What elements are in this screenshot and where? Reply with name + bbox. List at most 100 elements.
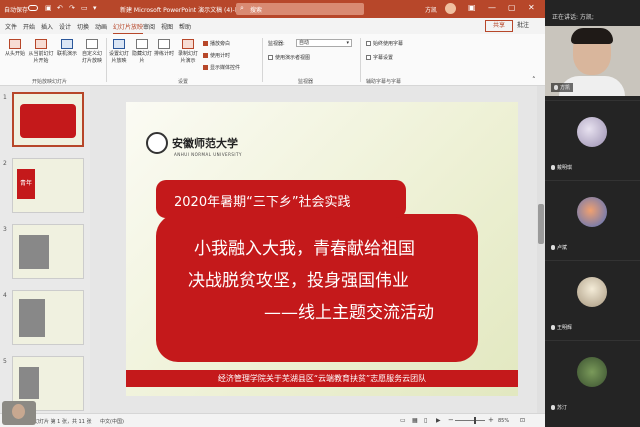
tab-help[interactable]: 帮助 xyxy=(179,22,191,31)
participant-tile[interactable]: 方凯 xyxy=(545,26,640,96)
reading-view-icon[interactable]: ▯ xyxy=(424,417,427,424)
participant-name: 王明辉 xyxy=(551,324,572,331)
thumbnail-slide-2[interactable]: 青年 xyxy=(12,158,84,213)
collapse-ribbon-icon[interactable]: ˄ xyxy=(532,76,536,84)
record-slideshow-button[interactable]: 录制幻灯片演示 xyxy=(176,39,200,64)
present-online-button[interactable]: 联机演示 xyxy=(56,39,78,57)
slide-editing-area: 安徽师范大学 ANHUI NORMAL UNIVERSITY 2020年暑期“三… xyxy=(90,86,540,413)
normal-view-icon[interactable]: ▭ xyxy=(400,417,406,424)
present-icon[interactable]: ▭ xyxy=(81,4,88,12)
vertical-scrollbar[interactable] xyxy=(537,86,545,413)
search-box[interactable]: ⌕ 搜索 xyxy=(236,3,364,15)
participant-video xyxy=(571,28,613,44)
zoom-slider-handle[interactable] xyxy=(474,417,476,424)
ribbon-divider xyxy=(360,38,361,82)
thumbnail-slide-1[interactable] xyxy=(12,92,84,147)
participant-name-text: 戴明琪 xyxy=(557,165,573,171)
university-name: 安徽师范大学 xyxy=(172,137,238,150)
tab-transitions[interactable]: 切换 xyxy=(77,22,89,31)
fit-to-window-icon[interactable]: ⊡ xyxy=(520,417,525,424)
participant-avatar xyxy=(577,197,607,227)
tab-animations[interactable]: 动画 xyxy=(95,22,107,31)
tab-design[interactable]: 设计 xyxy=(59,22,71,31)
customize-qa-icon[interactable]: ▾ xyxy=(93,4,97,12)
group-label-monitors: 监视器 xyxy=(298,79,314,85)
custom-slideshow-button[interactable]: 自定义幻灯片放映 xyxy=(80,39,104,64)
checkbox-label: 使用演示者视图 xyxy=(275,55,311,61)
zoom-slider[interactable] xyxy=(455,420,485,421)
ribbon-display-icon[interactable]: ▣ xyxy=(468,3,476,12)
tab-view[interactable]: 视图 xyxy=(161,22,173,31)
university-seal-icon xyxy=(146,132,168,154)
tab-review[interactable]: 审阅 xyxy=(143,22,155,31)
zoom-level[interactable]: 85% xyxy=(498,418,509,424)
hide-slide-button[interactable]: 隐藏幻灯片 xyxy=(132,39,152,64)
monitor-dropdown[interactable]: 自动 ▾ xyxy=(296,39,352,47)
tab-file[interactable]: 文件 xyxy=(5,22,17,31)
subtitle-settings-button[interactable]: 字幕设置 xyxy=(366,54,393,61)
user-avatar[interactable] xyxy=(445,3,456,14)
thumbnail-slide-3[interactable] xyxy=(12,224,84,279)
autosave-label: 自动保存 xyxy=(4,7,29,14)
university-english-name: ANHUI NORMAL UNIVERSITY xyxy=(174,152,242,157)
thumbnail-photo xyxy=(19,235,49,269)
thumbnail-red-block xyxy=(20,104,76,138)
participant-tile[interactable]: 王明辉 xyxy=(545,265,640,335)
sorter-view-icon[interactable]: ▦ xyxy=(412,417,418,424)
from-current-button[interactable]: 从当前幻灯片开始 xyxy=(28,39,54,64)
group-label-start: 开始放映幻灯片 xyxy=(32,79,68,85)
tab-slideshow[interactable]: 幻灯片放映 xyxy=(113,22,144,35)
button-label: 字幕设置 xyxy=(373,55,394,61)
slide-thumbnails-pane: 1 2 青年 3 4 5 xyxy=(0,86,90,413)
slide-title[interactable]: 2020年暑期“三下乡”社会实践 xyxy=(174,191,351,210)
comments-button[interactable]: 批注 xyxy=(517,20,529,29)
slide-line-3[interactable]: ——线上主题交流活动 xyxy=(264,298,434,323)
undo-icon[interactable]: ↶ xyxy=(57,4,63,12)
minimize-icon[interactable]: — xyxy=(488,3,496,12)
screen: 自动保存 ▣ ↶ ↷ ▭ ▾ 新建 Microsoft PowerPoint 演… xyxy=(0,0,640,427)
slide-line-1[interactable]: 小我融入大我，青春献给祖国 xyxy=(194,234,415,259)
slide-line-2[interactable]: 决战脱贫攻坚，投身强国伟业 xyxy=(188,266,409,291)
play-narrations-checkbox[interactable]: 播放旁白 xyxy=(203,40,230,47)
zoom-out-icon[interactable]: − xyxy=(448,416,454,424)
participant-tile[interactable]: 戴明琪 xyxy=(545,105,640,175)
participant-name-text: 王明辉 xyxy=(557,325,573,331)
checkbox xyxy=(203,65,208,70)
button-label: 联机演示 xyxy=(56,51,77,57)
setup-slideshow-button[interactable]: 设置幻灯片放映 xyxy=(108,39,130,64)
rehearse-timings-button[interactable]: 排练计时 xyxy=(154,39,174,57)
mic-icon xyxy=(551,405,555,410)
slide-footer[interactable]: 经济管理学院关于芜湖县区“云端教育扶贫”志愿服务云团队 xyxy=(126,370,518,387)
presenter-view-checkbox[interactable]: 使用演示者视图 xyxy=(268,54,310,61)
tab-home[interactable]: 开始 xyxy=(23,22,35,31)
use-timings-checkbox[interactable]: 使用计时 xyxy=(203,52,230,59)
thumbnail-photo xyxy=(19,367,39,399)
always-subtitles-checkbox[interactable]: 始终使用字幕 xyxy=(366,40,403,47)
participant-avatar xyxy=(577,117,607,147)
user-name[interactable]: 方凯 xyxy=(425,5,437,14)
close-icon[interactable]: ✕ xyxy=(528,3,535,12)
save-icon[interactable]: ▣ xyxy=(45,4,52,12)
thumbnail-number: 3 xyxy=(3,226,7,233)
scrollbar-thumb[interactable] xyxy=(538,204,544,244)
maximize-icon[interactable]: ▢ xyxy=(508,3,516,12)
participant-tile[interactable]: 卢斌 xyxy=(545,185,640,255)
tab-insert[interactable]: 插入 xyxy=(41,22,53,31)
language-indicator: 中文(中国) xyxy=(100,419,124,425)
local-camera-preview[interactable] xyxy=(2,401,36,425)
participant-tile[interactable]: 苏汀 xyxy=(545,345,640,415)
checkbox xyxy=(366,41,371,46)
media-controls-checkbox[interactable]: 显示媒体控件 xyxy=(203,64,240,71)
thumbnail-number: 4 xyxy=(3,292,7,299)
from-beginning-button[interactable]: 从头开始 xyxy=(4,39,26,57)
current-slide[interactable]: 安徽师范大学 ANHUI NORMAL UNIVERSITY 2020年暑期“三… xyxy=(126,102,518,396)
zoom-in-icon[interactable]: + xyxy=(488,416,494,424)
camera-face xyxy=(12,404,25,419)
ribbon: 从头开始 从当前幻灯片开始 联机演示 自定义幻灯片放映 开始放映幻灯片 设置幻灯… xyxy=(0,34,545,86)
button-label: 设置幻灯片放映 xyxy=(108,51,129,64)
redo-icon[interactable]: ↷ xyxy=(69,4,75,12)
slideshow-view-icon[interactable]: ▶ xyxy=(436,417,441,424)
share-button[interactable]: 共享 xyxy=(485,20,513,32)
autosave-toggle[interactable] xyxy=(28,5,38,11)
thumbnail-slide-4[interactable] xyxy=(12,290,84,345)
